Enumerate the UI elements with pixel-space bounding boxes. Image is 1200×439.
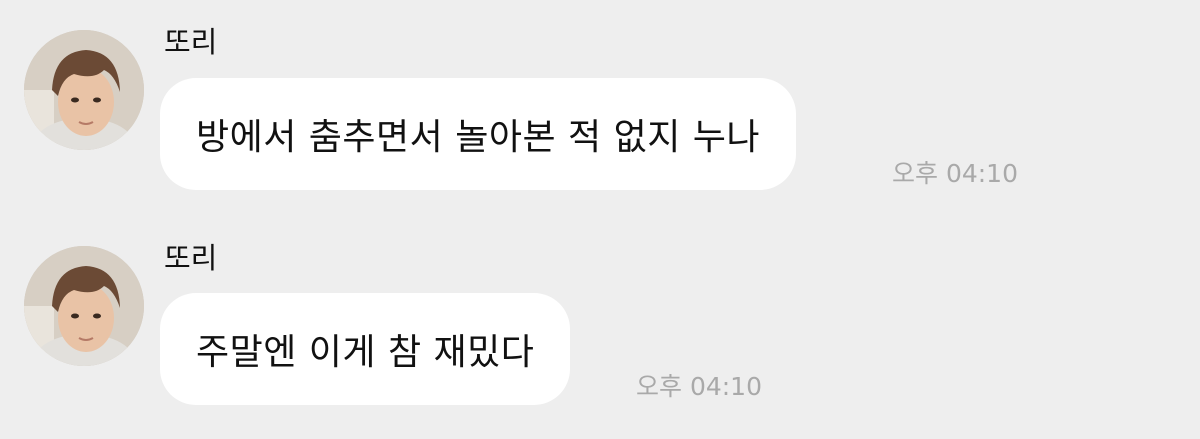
message-text: 주말엔 이게 참 재밌다 <box>196 332 535 373</box>
avatar[interactable] <box>24 246 144 366</box>
profile-photo-icon <box>24 246 144 366</box>
message-bubble[interactable]: 주말엔 이게 참 재밌다 <box>160 293 571 405</box>
message-timestamp: 오후 04:10 <box>892 159 1018 188</box>
message-bubble[interactable]: 방에서 춤추면서 놀아본 적 없지 누나 <box>160 78 797 190</box>
message-timestamp: 오후 04:10 <box>636 372 762 401</box>
sender-name: 또리 <box>164 25 218 59</box>
profile-photo-icon <box>24 30 144 150</box>
message-text: 방에서 춤추면서 놀아본 적 없지 누나 <box>196 117 761 158</box>
avatar[interactable] <box>24 30 144 150</box>
sender-name: 또리 <box>164 241 218 275</box>
